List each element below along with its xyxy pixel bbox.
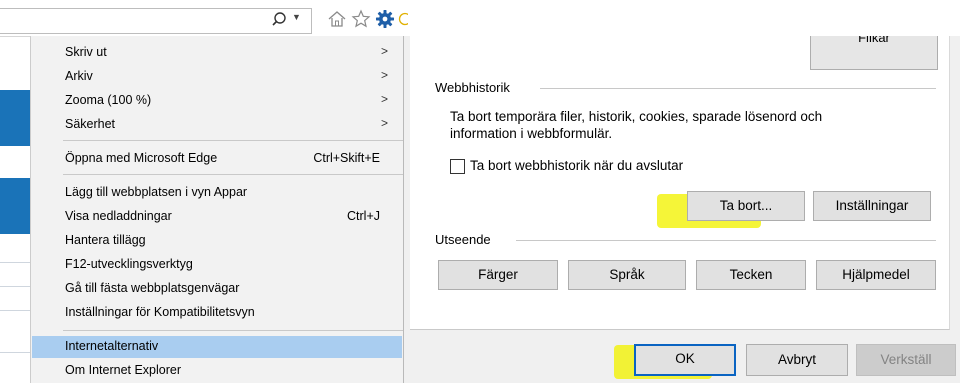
description-line: information i webbformulär.: [450, 126, 613, 141]
submenu-arrow-icon: >: [380, 44, 388, 58]
accessibility-button[interactable]: Hjälpmedel: [816, 260, 936, 290]
menu-item-print[interactable]: Skriv ut >: [32, 42, 402, 64]
delete-on-exit-checkbox[interactable]: [450, 159, 465, 174]
menu-item-internet-options[interactable]: Internetalternativ: [32, 336, 402, 358]
apply-button[interactable]: Verkställ: [856, 344, 956, 376]
menu-separator: [63, 330, 403, 331]
menu-separator: [63, 140, 403, 141]
tabs-button-label: Flikar: [858, 36, 890, 45]
menu-item-label: Visa nedladdningar: [65, 209, 172, 223]
fonts-button[interactable]: Tecken: [696, 260, 806, 290]
background-divider: [0, 310, 30, 311]
menu-item-label: Skriv ut: [65, 45, 107, 59]
menu-item-security[interactable]: Säkerhet >: [32, 114, 402, 136]
background-page-band: [0, 90, 30, 146]
menu-item-f12-tools[interactable]: F12-utvecklingsverktyg: [32, 254, 402, 276]
menu-item-about-ie[interactable]: Om Internet Explorer: [32, 360, 402, 382]
menu-item-manage-addons[interactable]: Hantera tillägg: [32, 230, 402, 252]
menu-item-compat-view[interactable]: Inställningar för Kompatibilitetsvyn: [32, 302, 402, 324]
tabs-button[interactable]: Flikar: [810, 36, 938, 70]
ok-button[interactable]: OK: [634, 344, 736, 376]
submenu-arrow-icon: >: [380, 68, 388, 82]
delete-history-button[interactable]: Ta bort...: [687, 191, 805, 221]
menu-item-label: Hantera tillägg: [65, 233, 146, 247]
menu-item-shortcut: Ctrl+Skift+E: [313, 151, 380, 165]
menu-item-label: Internetalternativ: [65, 339, 159, 353]
menu-item-label: Lägg till webbplatsen i vyn Appar: [65, 185, 248, 199]
gear-icon[interactable]: [374, 8, 396, 30]
background-page-band: [0, 178, 30, 234]
browser-toolbar: ▼: [0, 0, 322, 37]
address-dropdown-icon[interactable]: ▼: [292, 12, 301, 22]
menu-item-label: Inställningar för Kompatibilitetsvyn: [65, 305, 255, 319]
menu-item-label: F12-utvecklingsverktyg: [65, 257, 193, 271]
menu-item-label: Öppna med Microsoft Edge: [65, 151, 218, 165]
menu-item-zoom[interactable]: Zooma (100 %) >: [32, 90, 402, 112]
smiley-icon[interactable]: [398, 12, 408, 26]
group-title-appearance: Utseende: [435, 232, 491, 247]
submenu-arrow-icon: >: [380, 116, 388, 130]
search-icon[interactable]: [270, 10, 294, 30]
menu-item-label: Arkiv: [65, 69, 93, 83]
background-divider: [0, 352, 30, 353]
group-divider: [540, 88, 936, 89]
star-icon[interactable]: [350, 8, 372, 30]
colors-button[interactable]: Färger: [438, 260, 558, 290]
history-settings-button[interactable]: Inställningar: [813, 191, 931, 221]
home-icon[interactable]: [326, 8, 348, 30]
menu-item-downloads[interactable]: Visa nedladdningar Ctrl+J: [32, 206, 402, 228]
description-line: Ta bort temporära filer, historik, cooki…: [450, 109, 823, 124]
menu-item-shortcut: Ctrl+J: [347, 209, 380, 223]
menu-item-label: Zooma (100 %): [65, 93, 152, 107]
tools-context-menu: Skriv ut > Arkiv > Zooma (100 %) > Säker…: [30, 36, 404, 383]
delete-on-exit-label[interactable]: Ta bort webbhistorik när du avslutar: [470, 158, 683, 173]
menu-item-label: Säkerhet: [65, 117, 116, 131]
browsing-history-description: Ta bort temporära filer, historik, cooki…: [450, 108, 822, 142]
address-input[interactable]: [0, 8, 312, 34]
menu-item-file[interactable]: Arkiv >: [32, 66, 402, 88]
languages-button[interactable]: Språk: [568, 260, 686, 290]
menu-item-label: Om Internet Explorer: [65, 363, 182, 377]
group-divider: [516, 240, 936, 241]
group-title-browsing-history: Webbhistorik: [435, 80, 510, 95]
menu-separator: [63, 174, 403, 175]
submenu-arrow-icon: >: [380, 92, 388, 106]
menu-item-open-edge[interactable]: Öppna med Microsoft Edge Ctrl+Skift+E: [32, 148, 402, 170]
menu-item-label: Gå till fästa webbplatsgenvägar: [65, 281, 240, 295]
background-divider: [0, 286, 30, 287]
menu-item-pinned-sites[interactable]: Gå till fästa webbplatsgenvägar: [32, 278, 402, 300]
background-divider: [0, 262, 30, 263]
menu-item-add-to-apps[interactable]: Lägg till webbplatsen i vyn Appar: [32, 182, 402, 204]
cancel-button[interactable]: Avbryt: [746, 344, 848, 376]
